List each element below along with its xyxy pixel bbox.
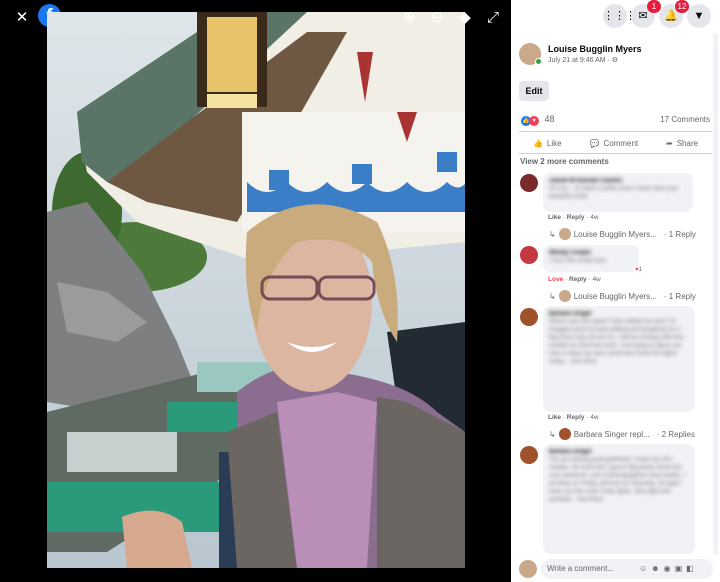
messenger-icon[interactable]: ✉ 1: [631, 0, 661, 28]
edit-button[interactable]: Edit: [519, 81, 549, 101]
online-status-icon: [535, 58, 542, 65]
speech-bubble-icon: 💬: [589, 138, 600, 148]
post-timestamp[interactable]: July 21 at 9:46 AM ·: [548, 57, 612, 64]
post-author[interactable]: Louise Bugglin Myers: [548, 44, 642, 54]
avatar-sticker-icon[interactable]: ☺: [639, 564, 651, 573]
comment-actions: Love · Reply · 4w: [548, 276, 601, 283]
comment-like-link[interactable]: Like: [548, 214, 561, 221]
avatar: [558, 428, 571, 440]
gif-icon[interactable]: ▣: [675, 564, 687, 573]
reply-arrow-icon: ↳: [549, 229, 556, 239]
emoji-icon[interactable]: ☻: [651, 564, 663, 573]
comment-author[interactable]: Barbara Singer: [549, 449, 592, 455]
avatar[interactable]: [520, 446, 538, 464]
top-navbar: ⋮⋮⋮ ✉ 1 🔔 12 ▼: [511, 0, 720, 32]
privacy-icon: ⚙: [611, 57, 619, 64]
scrollbar[interactable]: [713, 34, 718, 554]
avatar: [558, 290, 571, 302]
avatar: [519, 560, 537, 578]
comment-text: Hi Lulu... it's been a while since I hav…: [549, 186, 679, 200]
avatar[interactable]: [520, 174, 538, 192]
zoom-in-icon[interactable]: ⊕: [399, 8, 419, 28]
comment-text: You are looking good girlfriend. I have …: [549, 457, 686, 503]
love-reaction-icon: ♥: [529, 116, 539, 126]
comment-author[interactable]: Wendy Cooper: [549, 250, 591, 256]
reaction-count: 48: [544, 114, 555, 124]
reaction-summary[interactable]: 👍 ♥ 48: [521, 114, 555, 126]
comment-actions: Like · Reply · 4w: [548, 214, 599, 221]
comment-like-link[interactable]: Like: [548, 414, 561, 421]
reply-arrow-icon: ↳: [549, 291, 556, 301]
comment-author[interactable]: Joanie M Karman Charles: [549, 178, 622, 184]
menu-grid-icon[interactable]: ⋮⋮⋮: [603, 4, 636, 28]
view-replies-link[interactable]: ↳ Louise Bugglin Myers... · 1 Reply: [549, 290, 696, 302]
comment-author[interactable]: Barbara Singer: [549, 311, 592, 317]
comment-button[interactable]: 💬 Comment: [589, 135, 638, 151]
view-replies-link[interactable]: ↳ Louise Bugglin Myers... · 1 Reply: [549, 228, 696, 240]
post-photo: [47, 12, 465, 568]
post-actions: 👍 Like 💬 Comment ➦ Share: [519, 135, 712, 151]
comment-actions: Like · Reply · 4w: [548, 414, 599, 421]
comment-reply-link[interactable]: Reply: [567, 414, 585, 421]
composer-tools: ☺☻◉▣◧: [639, 564, 698, 573]
comment-count[interactable]: 17 Comments: [660, 115, 710, 124]
tag-icon[interactable]: ◆: [455, 8, 475, 28]
share-button[interactable]: ➦ Share: [666, 135, 698, 151]
photo-viewer: ✕ f: [0, 0, 511, 582]
avatar: [558, 228, 571, 240]
divider: [519, 153, 712, 154]
comment-age[interactable]: 4w: [590, 414, 598, 421]
comment-text: Where was this taken? How settled are yo…: [549, 319, 685, 365]
comment-love-link[interactable]: Love: [548, 276, 563, 283]
comment-bubble: Barbara Singer Where was this taken? How …: [543, 306, 695, 412]
like-button[interactable]: 👍 Like: [533, 135, 562, 151]
comment-reply-link[interactable]: Reply: [567, 214, 585, 221]
fullscreen-icon[interactable]: ⤢: [483, 8, 503, 28]
comment-bubble: Wendy Cooper I miss this lovely face: [543, 245, 639, 272]
zoom-out-icon[interactable]: ⊖: [427, 8, 447, 28]
comment-age[interactable]: 4w: [590, 214, 598, 221]
share-arrow-icon: ➦: [666, 138, 673, 148]
close-icon[interactable]: ✕: [12, 8, 32, 28]
comment-text: I miss this lovely face: [549, 258, 606, 264]
divider: [519, 131, 712, 132]
notifications-icon[interactable]: 🔔 12: [659, 0, 689, 28]
comment-composer: Write a comment... ☺☻◉▣◧: [519, 559, 714, 579]
comment-reply-link[interactable]: Reply: [569, 276, 587, 283]
comments-panel: ⋮⋮⋮ ✉ 1 🔔 12 ▼ Louise Bugglin Myers July 2…: [511, 0, 720, 582]
avatar[interactable]: [520, 308, 538, 326]
account-menu-icon[interactable]: ▼: [687, 4, 711, 28]
comment-bubble: Joanie M Karman Charles Hi Lulu... it's b…: [543, 173, 693, 212]
camera-icon[interactable]: ◉: [664, 564, 675, 573]
comment-age[interactable]: 4w: [592, 276, 600, 283]
thumbs-up-icon: 👍: [532, 138, 543, 148]
reply-arrow-icon: ↳: [549, 429, 556, 439]
sticker-icon[interactable]: ◧: [686, 564, 698, 573]
comment-reaction[interactable]: ♥1: [633, 267, 644, 273]
view-more-comments-link[interactable]: View 2 more comments: [520, 157, 609, 166]
view-replies-link[interactable]: ↳ Barbara Singer repl... · 2 Replies: [549, 428, 695, 440]
avatar[interactable]: [520, 246, 538, 264]
comment-bubble: Barbara Singer You are looking good girlf…: [543, 444, 695, 554]
